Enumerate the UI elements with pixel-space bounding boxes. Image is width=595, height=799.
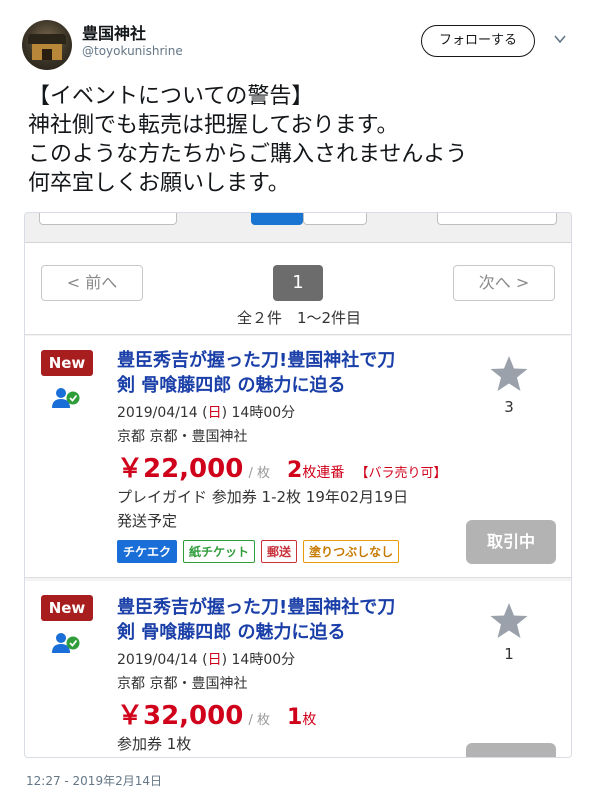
tweet-text: 【イベントについての警告】 神社側でも転売は把握しております。 このような方たち…	[28, 82, 467, 198]
price-row: ￥32,000 / 枚 1枚	[117, 695, 316, 732]
filter-select[interactable]	[39, 213, 177, 225]
event-venue: 京都 京都・豊国神社	[117, 676, 248, 692]
current-page[interactable]: 1	[273, 265, 323, 301]
star-icon[interactable]	[489, 354, 529, 394]
event-title-line: 豊臣秀吉が握った刀!豊国神社で刀	[117, 350, 396, 371]
result-count: 全２件 1〜2件目	[236, 309, 362, 327]
display-name[interactable]: 豊国神社	[82, 20, 146, 44]
ticket-detail: プレイガイド 参加券 1-2枚 19年02月19日	[117, 488, 409, 506]
tweet-text-line: 何卒宜しくお願いします。	[28, 171, 290, 196]
event-venue: 京都 京都・豊国神社	[117, 429, 248, 445]
quantity-unit: 枚	[302, 712, 317, 728]
price-unit: / 枚	[248, 466, 270, 481]
tag-chikeeku: チケエク	[117, 540, 178, 563]
tag-paper-ticket: 紙チケット	[183, 540, 256, 563]
follow-button[interactable]: フォローする	[421, 25, 535, 57]
price: ￥22,000	[117, 454, 244, 484]
attached-image[interactable]: < 前へ 1 次へ > 全２件 1〜2件目 New 豊臣秀吉が握った刀!豊国神社…	[24, 212, 572, 758]
user-handle[interactable]: @toyokunishrine	[82, 44, 183, 58]
verified-user-icon	[52, 388, 80, 408]
pagination: < 前へ 1 次へ > 全２件 1〜2件目	[25, 243, 571, 335]
tag-no-redaction: 塗りつぶしなし	[303, 540, 400, 563]
filter-bar	[25, 213, 571, 243]
in-transaction-button[interactable]	[466, 743, 556, 757]
event-datetime: 2019/04/14 (日) 14時00分	[117, 402, 295, 422]
star-icon[interactable]	[489, 601, 529, 641]
favorite-count: 3	[504, 398, 514, 416]
shrine-door	[42, 49, 52, 60]
filter-toggle-active[interactable]	[251, 213, 303, 225]
tag-mail: 郵送	[261, 540, 298, 563]
tweet-text-line: 【イベントについての警告】	[28, 84, 314, 109]
quantity-note: 【バラ売り可】	[355, 466, 447, 481]
price-unit: / 枚	[248, 713, 270, 728]
date-prefix: 2019/04/14 (	[117, 652, 208, 668]
listing-item[interactable]: New 豊臣秀吉が握った刀!豊国神社で刀 剣 骨喰藤四郎 の魅力に迫る 2019…	[25, 581, 571, 757]
verified-user-icon	[52, 633, 80, 653]
prev-page-button[interactable]: < 前へ	[41, 265, 143, 301]
in-transaction-button[interactable]: 取引中	[466, 520, 556, 564]
day-of-week: 日	[207, 652, 222, 668]
day-of-week: 日	[207, 405, 222, 421]
tag-list: チケエク 紙チケット 郵送 塗りつぶしなし	[117, 540, 400, 563]
shrine-roof	[28, 34, 66, 44]
tweet-text-line: 神社側でも転売は把握しております。	[28, 113, 399, 138]
avatar[interactable]	[22, 20, 72, 70]
chevron-down-icon[interactable]	[553, 32, 567, 46]
price: ￥32,000	[117, 701, 244, 731]
quantity: 2	[287, 458, 303, 483]
event-title[interactable]: 豊臣秀吉が握った刀!豊国神社で刀 剣 骨喰藤四郎 の魅力に迫る	[117, 595, 467, 645]
date-suffix: ) 14時00分	[221, 652, 296, 668]
shipping-note: 発送予定	[117, 512, 178, 530]
event-title-line: 剣 骨喰藤四郎 の魅力に迫る	[117, 622, 346, 643]
new-badge: New	[41, 595, 93, 621]
sort-select[interactable]	[437, 213, 557, 225]
filter-toggle[interactable]	[303, 213, 367, 225]
event-title-line: 豊臣秀吉が握った刀!豊国神社で刀	[117, 597, 396, 618]
event-title-line: 剣 骨喰藤四郎 の魅力に迫る	[117, 375, 346, 396]
favorite-count: 1	[504, 645, 514, 663]
listing-item[interactable]: New 豊臣秀吉が握った刀!豊国神社で刀 剣 骨喰藤四郎 の魅力に迫る 2019…	[25, 336, 571, 578]
ticket-detail: 参加券 1枚	[117, 735, 192, 753]
next-page-button[interactable]: 次へ >	[453, 265, 555, 301]
event-title[interactable]: 豊臣秀吉が握った刀!豊国神社で刀 剣 骨喰藤四郎 の魅力に迫る	[117, 348, 467, 398]
tweet-timestamp[interactable]: 12:27 - 2019年2月14日	[26, 772, 162, 789]
date-prefix: 2019/04/14 (	[117, 405, 208, 421]
tweet-text-line: このような方たちからご購入されませんよう	[28, 142, 468, 167]
price-row: ￥22,000 / 枚 2枚連番 【バラ売り可】	[117, 448, 446, 485]
event-datetime: 2019/04/14 (日) 14時00分	[117, 649, 295, 669]
new-badge: New	[41, 350, 93, 376]
quantity-unit: 枚連番	[302, 465, 345, 481]
quantity: 1	[287, 705, 303, 730]
date-suffix: ) 14時00分	[221, 405, 296, 421]
